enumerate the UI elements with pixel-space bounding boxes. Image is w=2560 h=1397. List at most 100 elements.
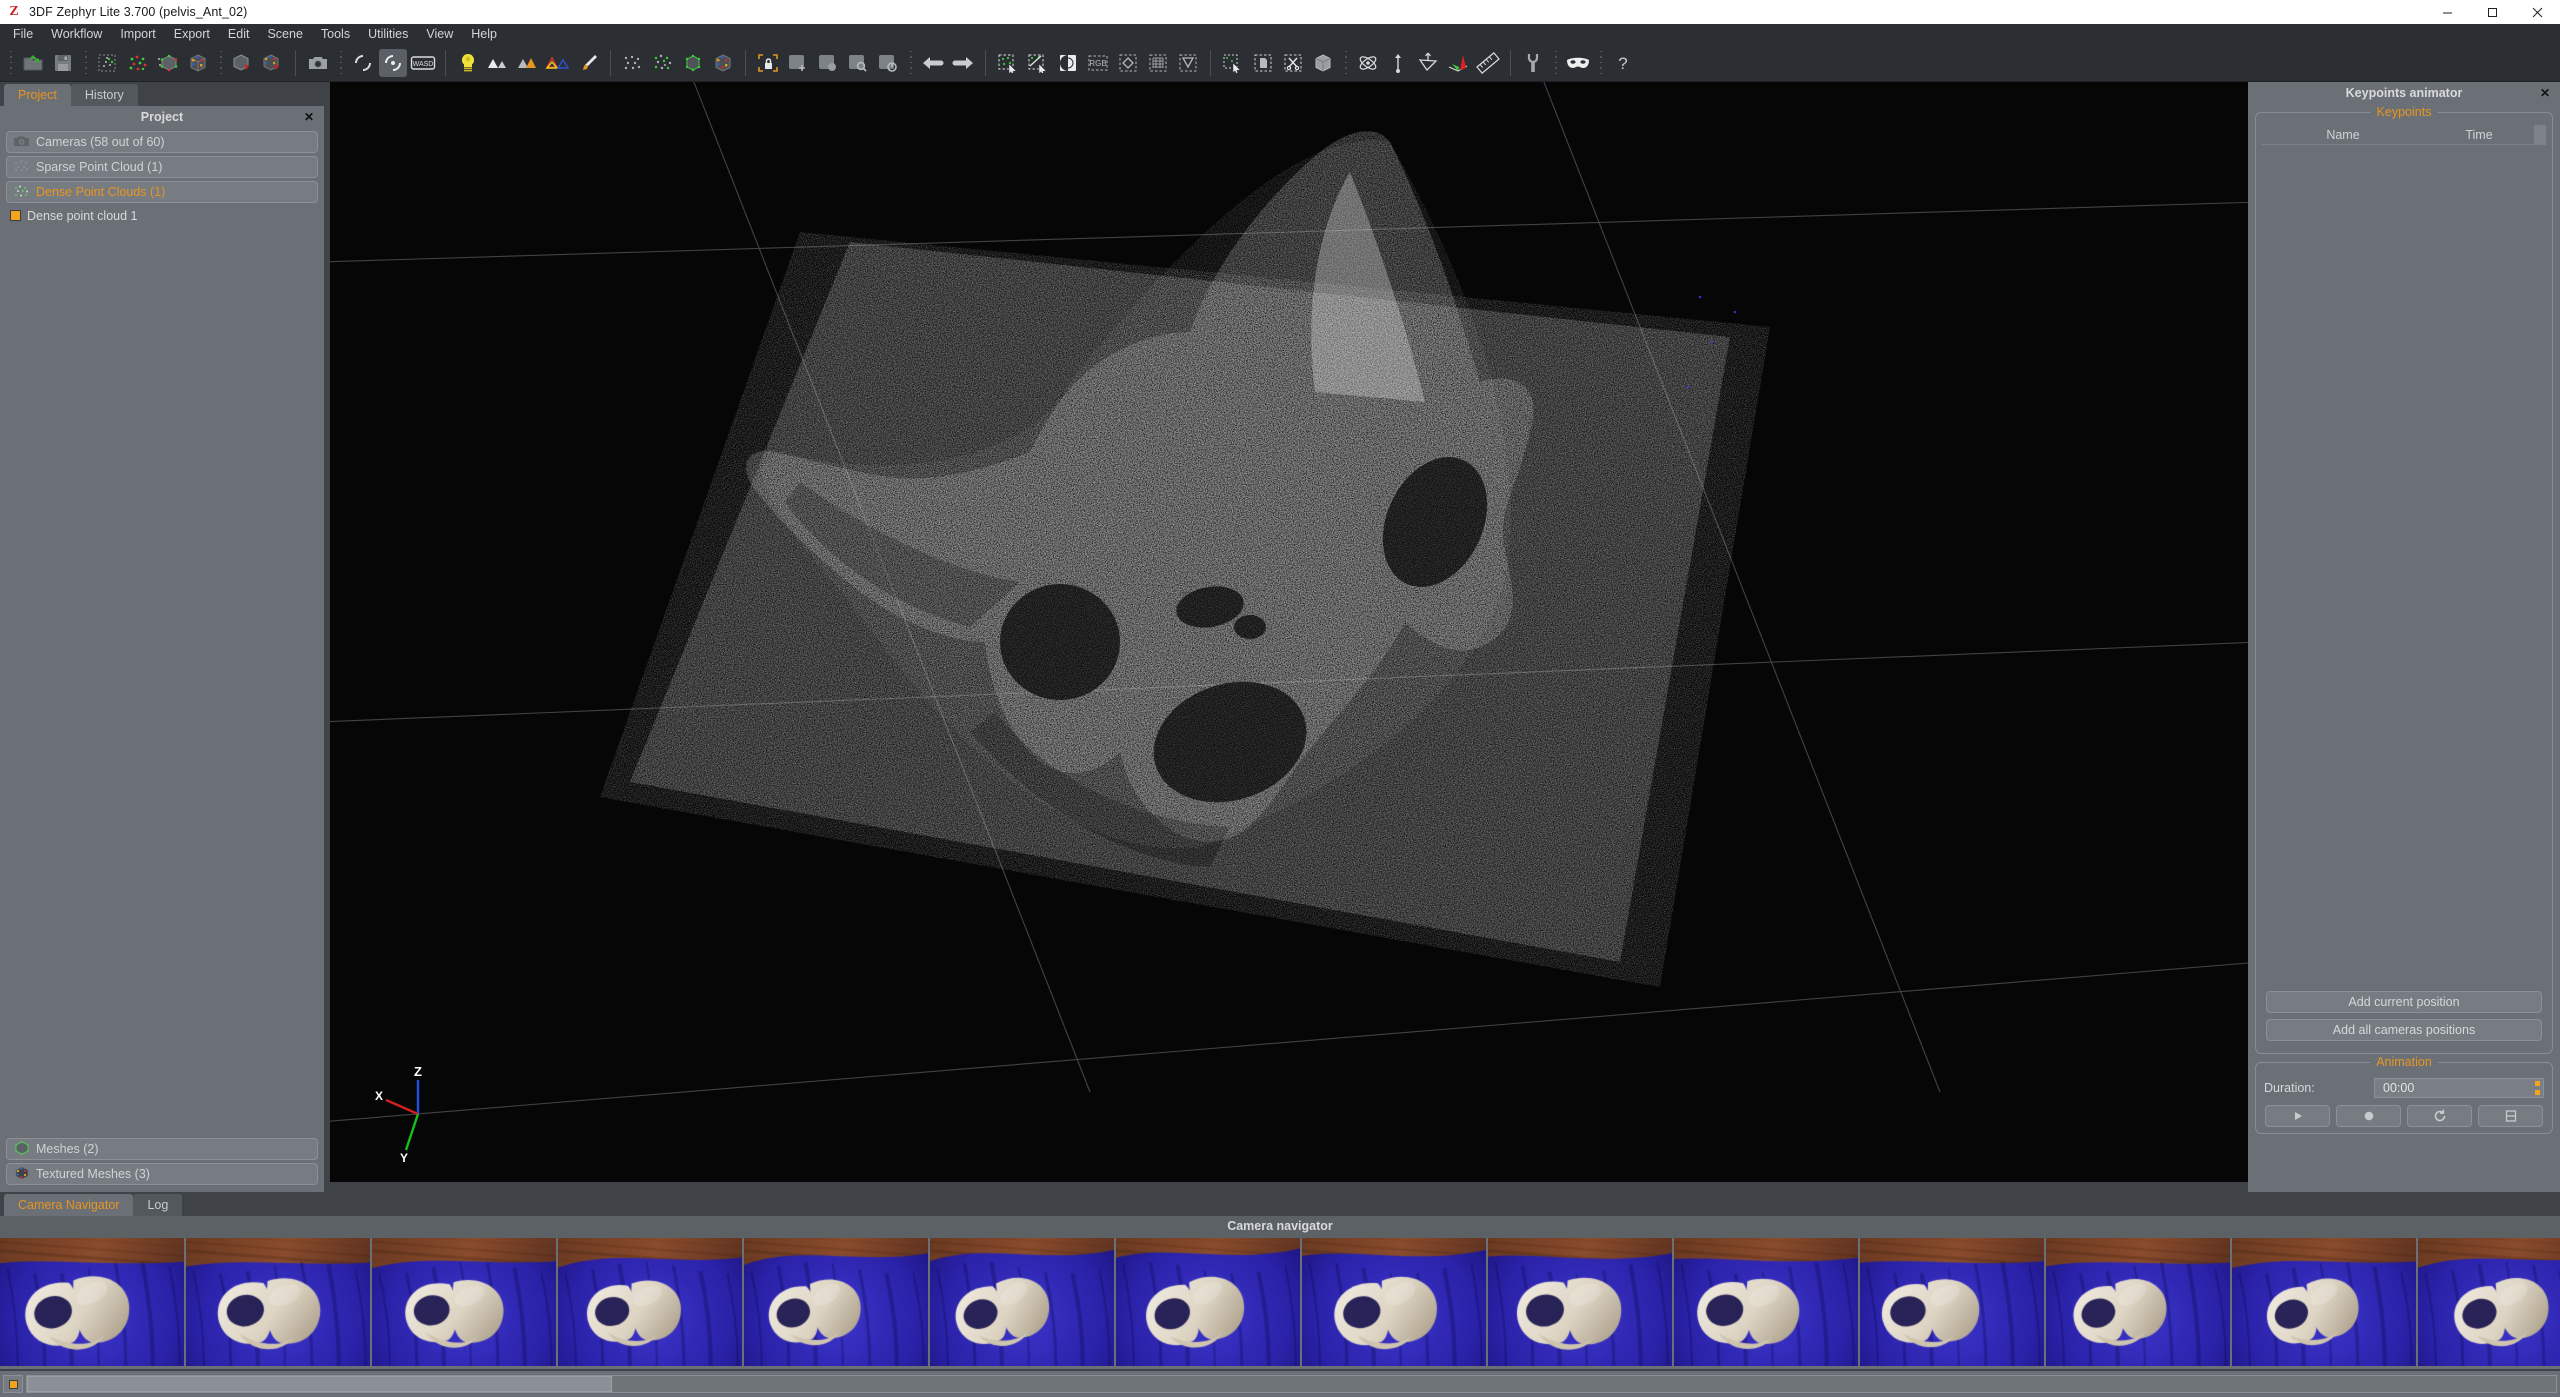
keypoints-scrollbar[interactable]: [2534, 124, 2546, 145]
undo-icon[interactable]: [919, 49, 947, 77]
menu-item-workflow[interactable]: Workflow: [42, 25, 111, 43]
lightbulb-icon[interactable]: [454, 49, 482, 77]
camera-thumbnail-13[interactable]: [2232, 1238, 2418, 1366]
help-question-icon[interactable]: ?: [1609, 49, 1637, 77]
save-project-icon[interactable]: [49, 49, 77, 77]
cameras-outline-icon[interactable]: [544, 49, 572, 77]
settings-wrench-icon[interactable]: [1519, 49, 1547, 77]
rgb-filter-icon[interactable]: RGB: [1084, 49, 1112, 77]
measure-ruler-icon[interactable]: [1474, 49, 1502, 77]
cameras-white-icon[interactable]: [484, 49, 512, 77]
play-icon[interactable]: [2265, 1105, 2330, 1127]
camera-navigator-filmstrip[interactable]: [0, 1238, 2560, 1369]
add-current-position-button[interactable]: Add current position: [2266, 991, 2542, 1013]
close-icon[interactable]: ✕: [2538, 85, 2552, 101]
camera-thumbnail-5[interactable]: [744, 1238, 930, 1366]
menu-item-help[interactable]: Help: [462, 25, 506, 43]
tree-item-sparse-point-cloud[interactable]: Sparse Point Cloud (1): [6, 156, 318, 178]
filmstrip-scroll-corner[interactable]: [3, 1375, 23, 1393]
menu-item-scene[interactable]: Scene: [258, 25, 311, 43]
deselect-points-icon[interactable]: [1024, 49, 1052, 77]
camera-thumbnail-3[interactable]: [372, 1238, 558, 1366]
filmstrip-scroll-thumb[interactable]: [27, 1376, 612, 1392]
rectangle-select-icon[interactable]: [1144, 49, 1172, 77]
tab-camera-navigator[interactable]: Camera Navigator: [4, 1194, 134, 1216]
keypoints-table-body[interactable]: [2262, 145, 2546, 985]
paintbrush-icon[interactable]: [574, 49, 602, 77]
toolbar-grip[interactable]: [1596, 49, 1605, 77]
minimize-icon[interactable]: [2425, 0, 2470, 24]
duration-input[interactable]: 00:00: [2374, 1078, 2544, 1098]
reset-gizmo-icon[interactable]: [874, 49, 902, 77]
cameras-orange-icon[interactable]: [514, 49, 542, 77]
maximize-icon[interactable]: [2470, 0, 2515, 24]
redo-icon[interactable]: [949, 49, 977, 77]
camera-thumbnail-6[interactable]: [930, 1238, 1116, 1366]
scale-distance-icon[interactable]: [1384, 49, 1412, 77]
menu-item-edit[interactable]: Edit: [219, 25, 259, 43]
mesh-generate-icon[interactable]: [184, 49, 212, 77]
control-points-icon[interactable]: [1444, 49, 1472, 77]
turntable-navigation-icon[interactable]: [349, 49, 377, 77]
tree-leaf-dense-point-cloud-1[interactable]: Dense point cloud 1: [10, 206, 318, 225]
toolbar-grip[interactable]: [6, 49, 15, 77]
select-points-icon[interactable]: [994, 49, 1022, 77]
menu-item-utilities[interactable]: Utilities: [359, 25, 417, 43]
sparse-points-visibility-icon[interactable]: [619, 49, 647, 77]
visibility-swatch[interactable]: [10, 210, 21, 221]
menu-item-export[interactable]: Export: [165, 25, 219, 43]
copy-selection-icon[interactable]: [1249, 49, 1277, 77]
dense-points-visibility-icon[interactable]: [649, 49, 677, 77]
toolbar-grip[interactable]: [216, 49, 225, 77]
tab-log[interactable]: Log: [133, 1194, 183, 1216]
menu-item-import[interactable]: Import: [111, 25, 164, 43]
camera-thumbnail-2[interactable]: [186, 1238, 372, 1366]
polygon-select-icon[interactable]: [1174, 49, 1202, 77]
dense-cloud-generate-icon[interactable]: [154, 49, 182, 77]
filmstrip-scrollbar[interactable]: [0, 1371, 2560, 1397]
bounding-box-icon[interactable]: [1309, 49, 1337, 77]
lock-selection-icon[interactable]: [754, 49, 782, 77]
wasd-navigation-icon[interactable]: WASD: [409, 49, 437, 77]
invert-selection-icon[interactable]: [1054, 49, 1082, 77]
toolbar-grip[interactable]: [336, 49, 345, 77]
record-icon[interactable]: [2336, 1105, 2401, 1127]
textured-mesh-extract-icon[interactable]: [259, 49, 287, 77]
toolbar-grip[interactable]: [81, 49, 90, 77]
tab-history[interactable]: History: [70, 84, 138, 106]
tab-project[interactable]: Project: [4, 84, 71, 106]
save-video-icon[interactable]: [2478, 1105, 2543, 1127]
menu-item-file[interactable]: File: [4, 25, 42, 43]
scale-gizmo-icon[interactable]: [844, 49, 872, 77]
masquerade-mask-icon[interactable]: [1564, 49, 1592, 77]
plane-constraint-icon[interactable]: [1414, 49, 1442, 77]
close-icon[interactable]: ✕: [302, 109, 316, 125]
move-gizmo-icon[interactable]: [784, 49, 812, 77]
toolbar-grip[interactable]: [1341, 49, 1350, 77]
menu-item-view[interactable]: View: [417, 25, 462, 43]
rotate-gizmo-icon[interactable]: [814, 49, 842, 77]
sparse-cloud-generate-icon[interactable]: [124, 49, 152, 77]
lasso-select-icon[interactable]: [1114, 49, 1142, 77]
camera-thumbnail-14[interactable]: [2418, 1238, 2560, 1366]
orbit-axis-icon[interactable]: [1354, 49, 1382, 77]
duration-spinner[interactable]: [2535, 1081, 2540, 1099]
cut-selection-icon[interactable]: [1279, 49, 1307, 77]
new-photos-icon[interactable]: [94, 49, 122, 77]
textured-mesh-visibility-icon[interactable]: [709, 49, 737, 77]
camera-thumbnail-4[interactable]: [558, 1238, 744, 1366]
camera-thumbnail-8[interactable]: [1302, 1238, 1488, 1366]
camera-thumbnail-7[interactable]: [1116, 1238, 1302, 1366]
close-icon[interactable]: [2515, 0, 2560, 24]
menu-item-tools[interactable]: Tools: [312, 25, 359, 43]
camera-thumbnail-1[interactable]: [0, 1238, 186, 1366]
filmstrip-scroll-track[interactable]: [26, 1375, 2557, 1393]
3d-viewport[interactable]: Z X Y: [330, 82, 2248, 1182]
open-project-icon[interactable]: [19, 49, 47, 77]
camera-thumbnail-12[interactable]: [2046, 1238, 2232, 1366]
add-all-cameras-positions-button[interactable]: Add all cameras positions: [2266, 1019, 2542, 1041]
loop-icon[interactable]: [2407, 1105, 2472, 1127]
toolbar-grip[interactable]: [1551, 49, 1560, 77]
toolbar-grip[interactable]: [906, 49, 915, 77]
tree-item-meshes[interactable]: Meshes (2): [6, 1138, 318, 1160]
